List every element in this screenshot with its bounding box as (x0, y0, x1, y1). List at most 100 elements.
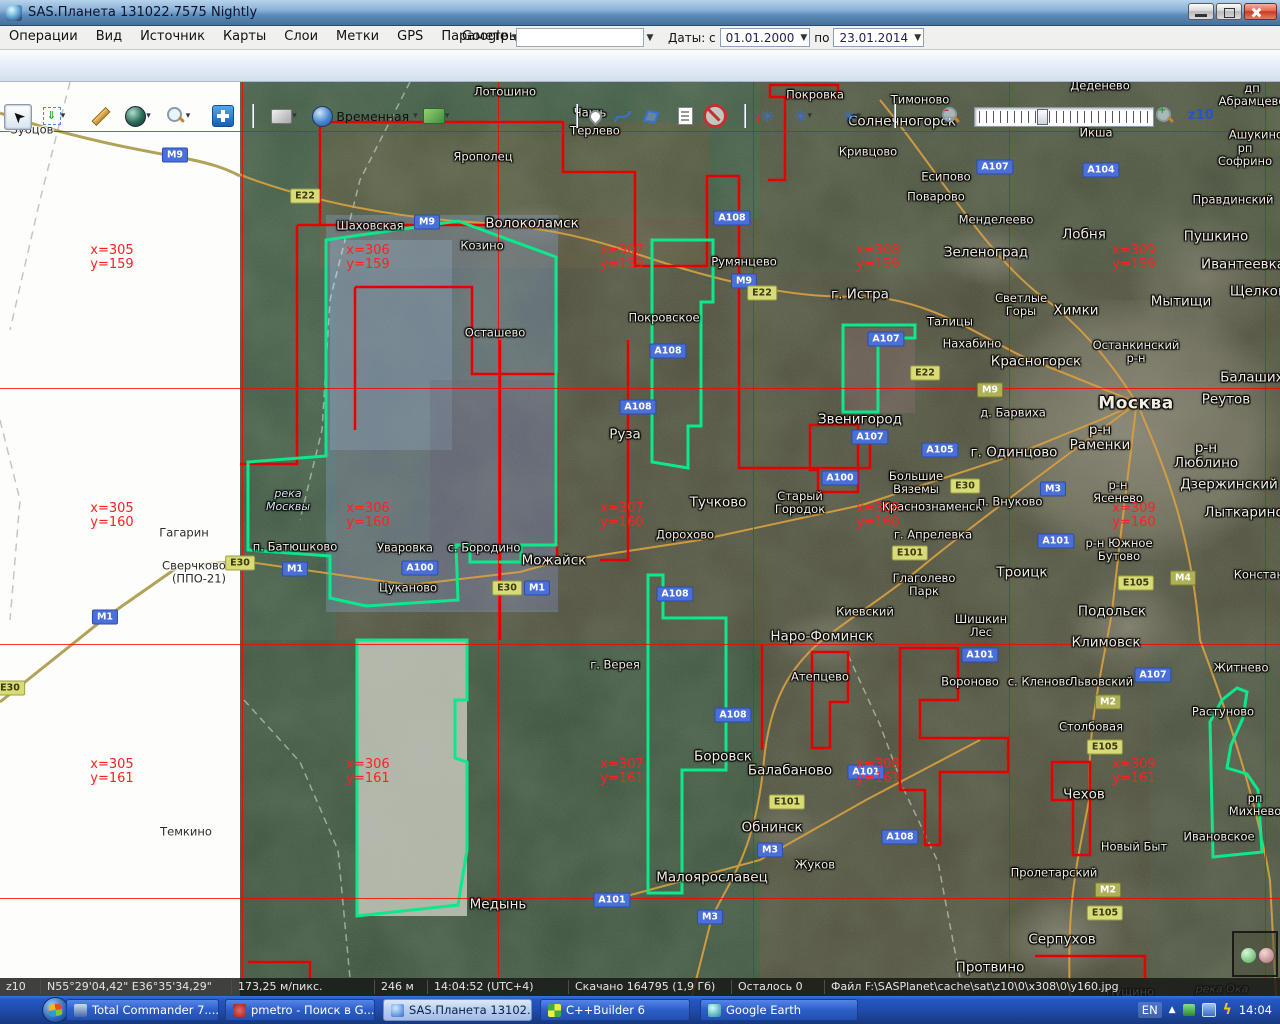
status-bar: z10 N55°29'04,42" E36°35'34,29" 173,25 м… (0, 978, 1280, 996)
search-dropdown-button[interactable]: ▼ (643, 28, 657, 47)
add-placemark-button[interactable] (582, 104, 608, 128)
map-label: Столбовая (1059, 721, 1123, 734)
taskbar-button[interactable]: pmetro - Поиск в G... (225, 999, 375, 1021)
close-button[interactable] (1244, 3, 1277, 20)
taskbar-button[interactable]: Total Commander 7.... (66, 999, 219, 1021)
window-title: SAS.Планета 131022.7575 Nightly (28, 5, 257, 20)
map-label: Лыткарино (1204, 506, 1280, 521)
restore-button[interactable] (1216, 3, 1242, 20)
gps-tray-icon[interactable] (1183, 1004, 1195, 1016)
selection-tool-button[interactable]: ⇓▾ (34, 104, 74, 128)
map-label: Останкинский р-н (1093, 339, 1180, 365)
gps-satellite-icon: ✳ (794, 107, 807, 126)
road-badge: М2 (1095, 883, 1121, 898)
menu-вид[interactable]: Вид (87, 26, 131, 47)
road-badge: М3 (697, 910, 723, 925)
map-label: дп Абрамцево (1219, 82, 1280, 108)
sas-planet-window: ЗубцовГагаринСверчково-(ППО-21)ТемкиноЛо… (0, 0, 1280, 1024)
no-sign-icon (703, 104, 727, 128)
map-label: Дзержинский (1180, 478, 1278, 493)
map-label: г. Одинцово (971, 446, 1058, 461)
power-tray-icon[interactable]: ϟ (1223, 1002, 1232, 1018)
map-label: Балабаново (748, 764, 832, 779)
network-tray-icon[interactable] (1202, 1003, 1216, 1017)
map-label: Козино (460, 240, 503, 253)
polygon-icon (641, 107, 661, 125)
overview-zoom-out-button[interactable] (1258, 947, 1275, 964)
gps-satellite-icon: ✳ (843, 107, 856, 126)
road-badge: А101 (593, 893, 630, 908)
zoom-out-icon: – (941, 106, 961, 126)
map-type-globe[interactable] (308, 104, 336, 128)
date-from-field[interactable]: 01.01.2000 ▼ (720, 28, 811, 47)
taskbar-button[interactable]: SAS.Планета 13102... (383, 999, 532, 1021)
status-coordinates: N55°29'04,42" E36°35'34,29" (41, 980, 232, 994)
search-input[interactable] (516, 28, 644, 47)
road-badge: М9 (162, 148, 188, 163)
toolbar-separator (894, 104, 896, 128)
menu-gps[interactable]: GPS (388, 26, 432, 47)
zoom-slider[interactable] (974, 107, 1154, 127)
layers-button[interactable]: ▾ (416, 104, 456, 128)
layers-icon (423, 108, 445, 124)
tile-coordinate-label: x=308 y=160 (856, 502, 899, 530)
map-type-dropdown[interactable]: Временная ▾ (338, 104, 416, 128)
map-label: с. Кленово (1008, 676, 1073, 689)
minimize-button[interactable] (1188, 3, 1214, 20)
map-label: Ашукино (1229, 129, 1280, 142)
fill-map-button[interactable]: ▾ (120, 104, 156, 128)
road-badge: А100 (401, 561, 438, 576)
menu-слои[interactable]: Слои (275, 26, 327, 47)
map-label: Пушкино (1184, 230, 1249, 245)
map-source-dropdown[interactable]: Google ▼ (462, 29, 519, 44)
zoom-level-label: z10 (1188, 108, 1214, 123)
map-viewport[interactable]: ЗубцовГагаринСверчково-(ППО-21)ТемкиноЛо… (0, 0, 1280, 1024)
taskbar-button-label: pmetro - Поиск в G... (251, 1003, 374, 1017)
cursor-icon: ➤ (7, 106, 29, 128)
gps-track-button[interactable]: ✳▾ (784, 104, 822, 128)
tile-coordinate-label: x=309 y=161 (1112, 758, 1155, 786)
zoom-out-button[interactable]: – (938, 104, 964, 128)
tile-coordinate-label: x=305 y=159 (90, 244, 133, 272)
forest-zone-w (240, 215, 336, 645)
taskbar-button[interactable]: Google Earth (700, 999, 858, 1021)
fullscreen-button[interactable] (210, 104, 236, 128)
search-tool-button[interactable]: ▾ (158, 104, 198, 128)
grid-line (1265, 82, 1266, 978)
tile-coordinate-label: x=305 y=160 (90, 502, 133, 530)
road-badge: М3 (757, 843, 783, 858)
language-indicator[interactable]: EN (1138, 1002, 1162, 1018)
map-label: Щелково (1230, 285, 1280, 300)
zoom-in-button[interactable]: + (1152, 104, 1178, 128)
selection-icon: ⇓ (43, 107, 61, 125)
add-polygon-button[interactable] (638, 104, 664, 128)
overview-zoom-in-button[interactable] (1240, 947, 1257, 964)
pan-tool-button[interactable]: ➤ (4, 104, 32, 130)
placemark-manager-button[interactable] (672, 104, 698, 128)
hide-marks-button[interactable] (702, 104, 728, 128)
cache-mode-button[interactable]: ▾ (264, 104, 304, 128)
taskbar-button[interactable]: C++Builder 6 (540, 999, 690, 1021)
gps-connect-button[interactable]: ✳ (752, 104, 778, 128)
title-bar[interactable]: SAS.Планета 131022.7575 Nightly (0, 0, 1280, 26)
system-tray: EN ▲ ϟ 14:04 (1138, 996, 1280, 1024)
menu-карты[interactable]: Карты (214, 26, 275, 47)
map-label: Боровск (694, 750, 752, 765)
tile-coordinate-label: x=307 y=159 (600, 244, 643, 272)
start-button[interactable] (42, 997, 69, 1023)
add-path-button[interactable] (610, 104, 636, 128)
tray-expand-icon[interactable]: ▲ (1169, 1005, 1176, 1015)
gps-follow-button[interactable]: ✳▾ (832, 104, 872, 128)
road-badge: М1 (282, 562, 308, 577)
menu-операции[interactable]: Операции (0, 26, 87, 47)
menu-источник[interactable]: Источник (131, 26, 214, 47)
map-label: Ярополец (453, 151, 512, 164)
status-time: 14:04:52 (UTC+4) (428, 980, 569, 994)
zoom-slider-handle[interactable] (1037, 109, 1048, 125)
main-toolbar: ➤ ⇓▾ ▾ ▾ ▾ Временная ▾ ▾ ✳ ✳▾ ✳▾ – (0, 50, 1280, 82)
ruler-tool-button[interactable] (88, 104, 114, 128)
menu-метки[interactable]: Метки (327, 26, 388, 47)
map-label: Мытищи (1151, 295, 1211, 310)
date-to-field[interactable]: 23.01.2014 ▼ (833, 28, 924, 47)
overview-map-widget[interactable] (1232, 931, 1278, 977)
